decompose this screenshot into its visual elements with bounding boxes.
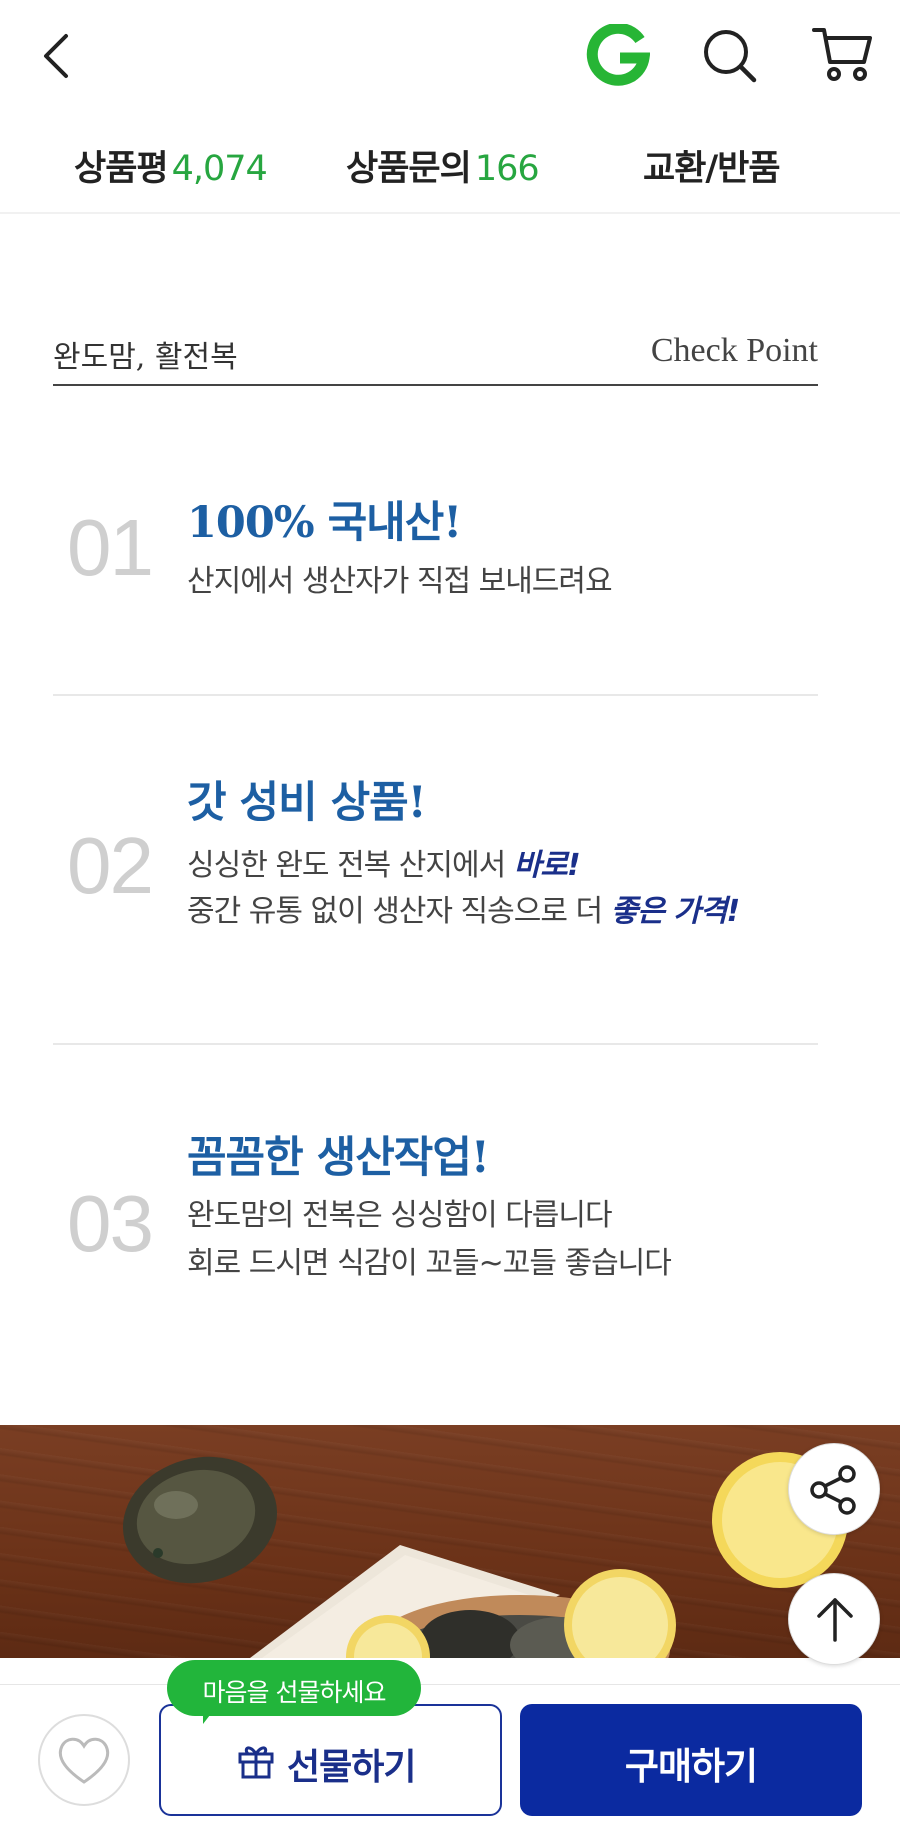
point-number: 02 [67,821,154,910]
product-tabs: 상품평 4,074 상품문의 166 교환/반품 [0,110,900,214]
point-title: 꼼꼼한 생산작업! [187,1133,490,1183]
chevron-left-icon [44,34,68,78]
buy-button[interactable]: 구매하기 [520,1704,862,1816]
point-emphasis: 바로! [513,848,581,883]
tab-questions-count: 166 [474,149,540,189]
top-bar [0,0,900,110]
search-button[interactable] [700,26,760,86]
brand-title: 완도맘, 활전복 [53,340,238,375]
gift-tooltip-text: 마음을 선물하세요 [202,1678,387,1707]
tooltip-tail [203,1706,217,1724]
g-logo-icon[interactable] [586,22,651,88]
back-button[interactable] [36,30,80,82]
divider [53,1043,818,1045]
point-description-text: 중간 유통 없이 생산자 직송으로 더 [187,894,611,929]
point-description: 회로 드시면 식감이 꼬들~꼬들 좋습니다 [187,1246,672,1281]
gift-tooltip: 마음을 선물하세요 [167,1660,421,1724]
check-point-02: 02 갓 성비 상품! 싱싱한 완도 전복 산지에서 바로! 중간 유통 없이 … [53,768,818,930]
tab-reviews-label: 상품평 [74,149,169,189]
point-description: 중간 유통 없이 생산자 직송으로 더 좋은 가격! [187,886,741,930]
tab-reviews-count: 4,074 [171,149,268,189]
buy-button-label: 구매하기 [624,1745,758,1788]
tab-questions-label: 상품문의 [346,149,472,189]
wishlist-button[interactable] [38,1714,130,1806]
point-number: 01 [67,503,154,592]
tab-exchange-return[interactable]: 교환/반품 [643,140,781,191]
divider [53,694,818,696]
check-point-03: 03 꼼꼼한 생산작업! 완도맘의 전복은 싱싱함이 다릅니다 회로 드시면 식… [53,1118,818,1281]
point-title: 100% 국내산! [187,498,462,548]
abalone-illustration [122,1452,851,1658]
point-description: 완도맘의 전복은 싱싱함이 다릅니다 [187,1198,613,1233]
product-photo [0,1425,900,1658]
point-emphasis: 좋은 가격! [610,894,741,929]
share-icon [810,1465,856,1515]
search-icon [704,30,757,83]
share-button[interactable] [788,1443,880,1535]
gift-icon [238,1746,274,1779]
tab-exchange-return-label: 교환/반품 [643,149,781,189]
point-description: 산지에서 생산자가 직접 보내드려요 [187,564,613,599]
gift-button-label: 선물하기 [287,1747,416,1788]
point-number: 03 [67,1179,154,1268]
point-description: 싱싱한 완도 전복 산지에서 바로! [187,840,581,884]
tab-questions[interactable]: 상품문의 166 [346,140,540,191]
heart-icon [58,1737,110,1784]
point-description-text: 싱싱한 완도 전복 산지에서 [187,848,514,883]
scroll-top-button[interactable] [788,1573,880,1665]
check-point-01: 01 100% 국내산! 산지에서 생산자가 직접 보내드려요 [53,480,818,620]
tab-reviews[interactable]: 상품평 4,074 [74,140,268,191]
cart-icon [812,28,872,81]
check-point-label: Check Point [650,332,818,369]
cart-button[interactable] [810,24,874,86]
arrow-up-icon [817,1598,853,1642]
point-title: 갓 성비 상품! [187,778,427,828]
check-point-header: 완도맘, 활전복 Check Point [53,328,818,386]
